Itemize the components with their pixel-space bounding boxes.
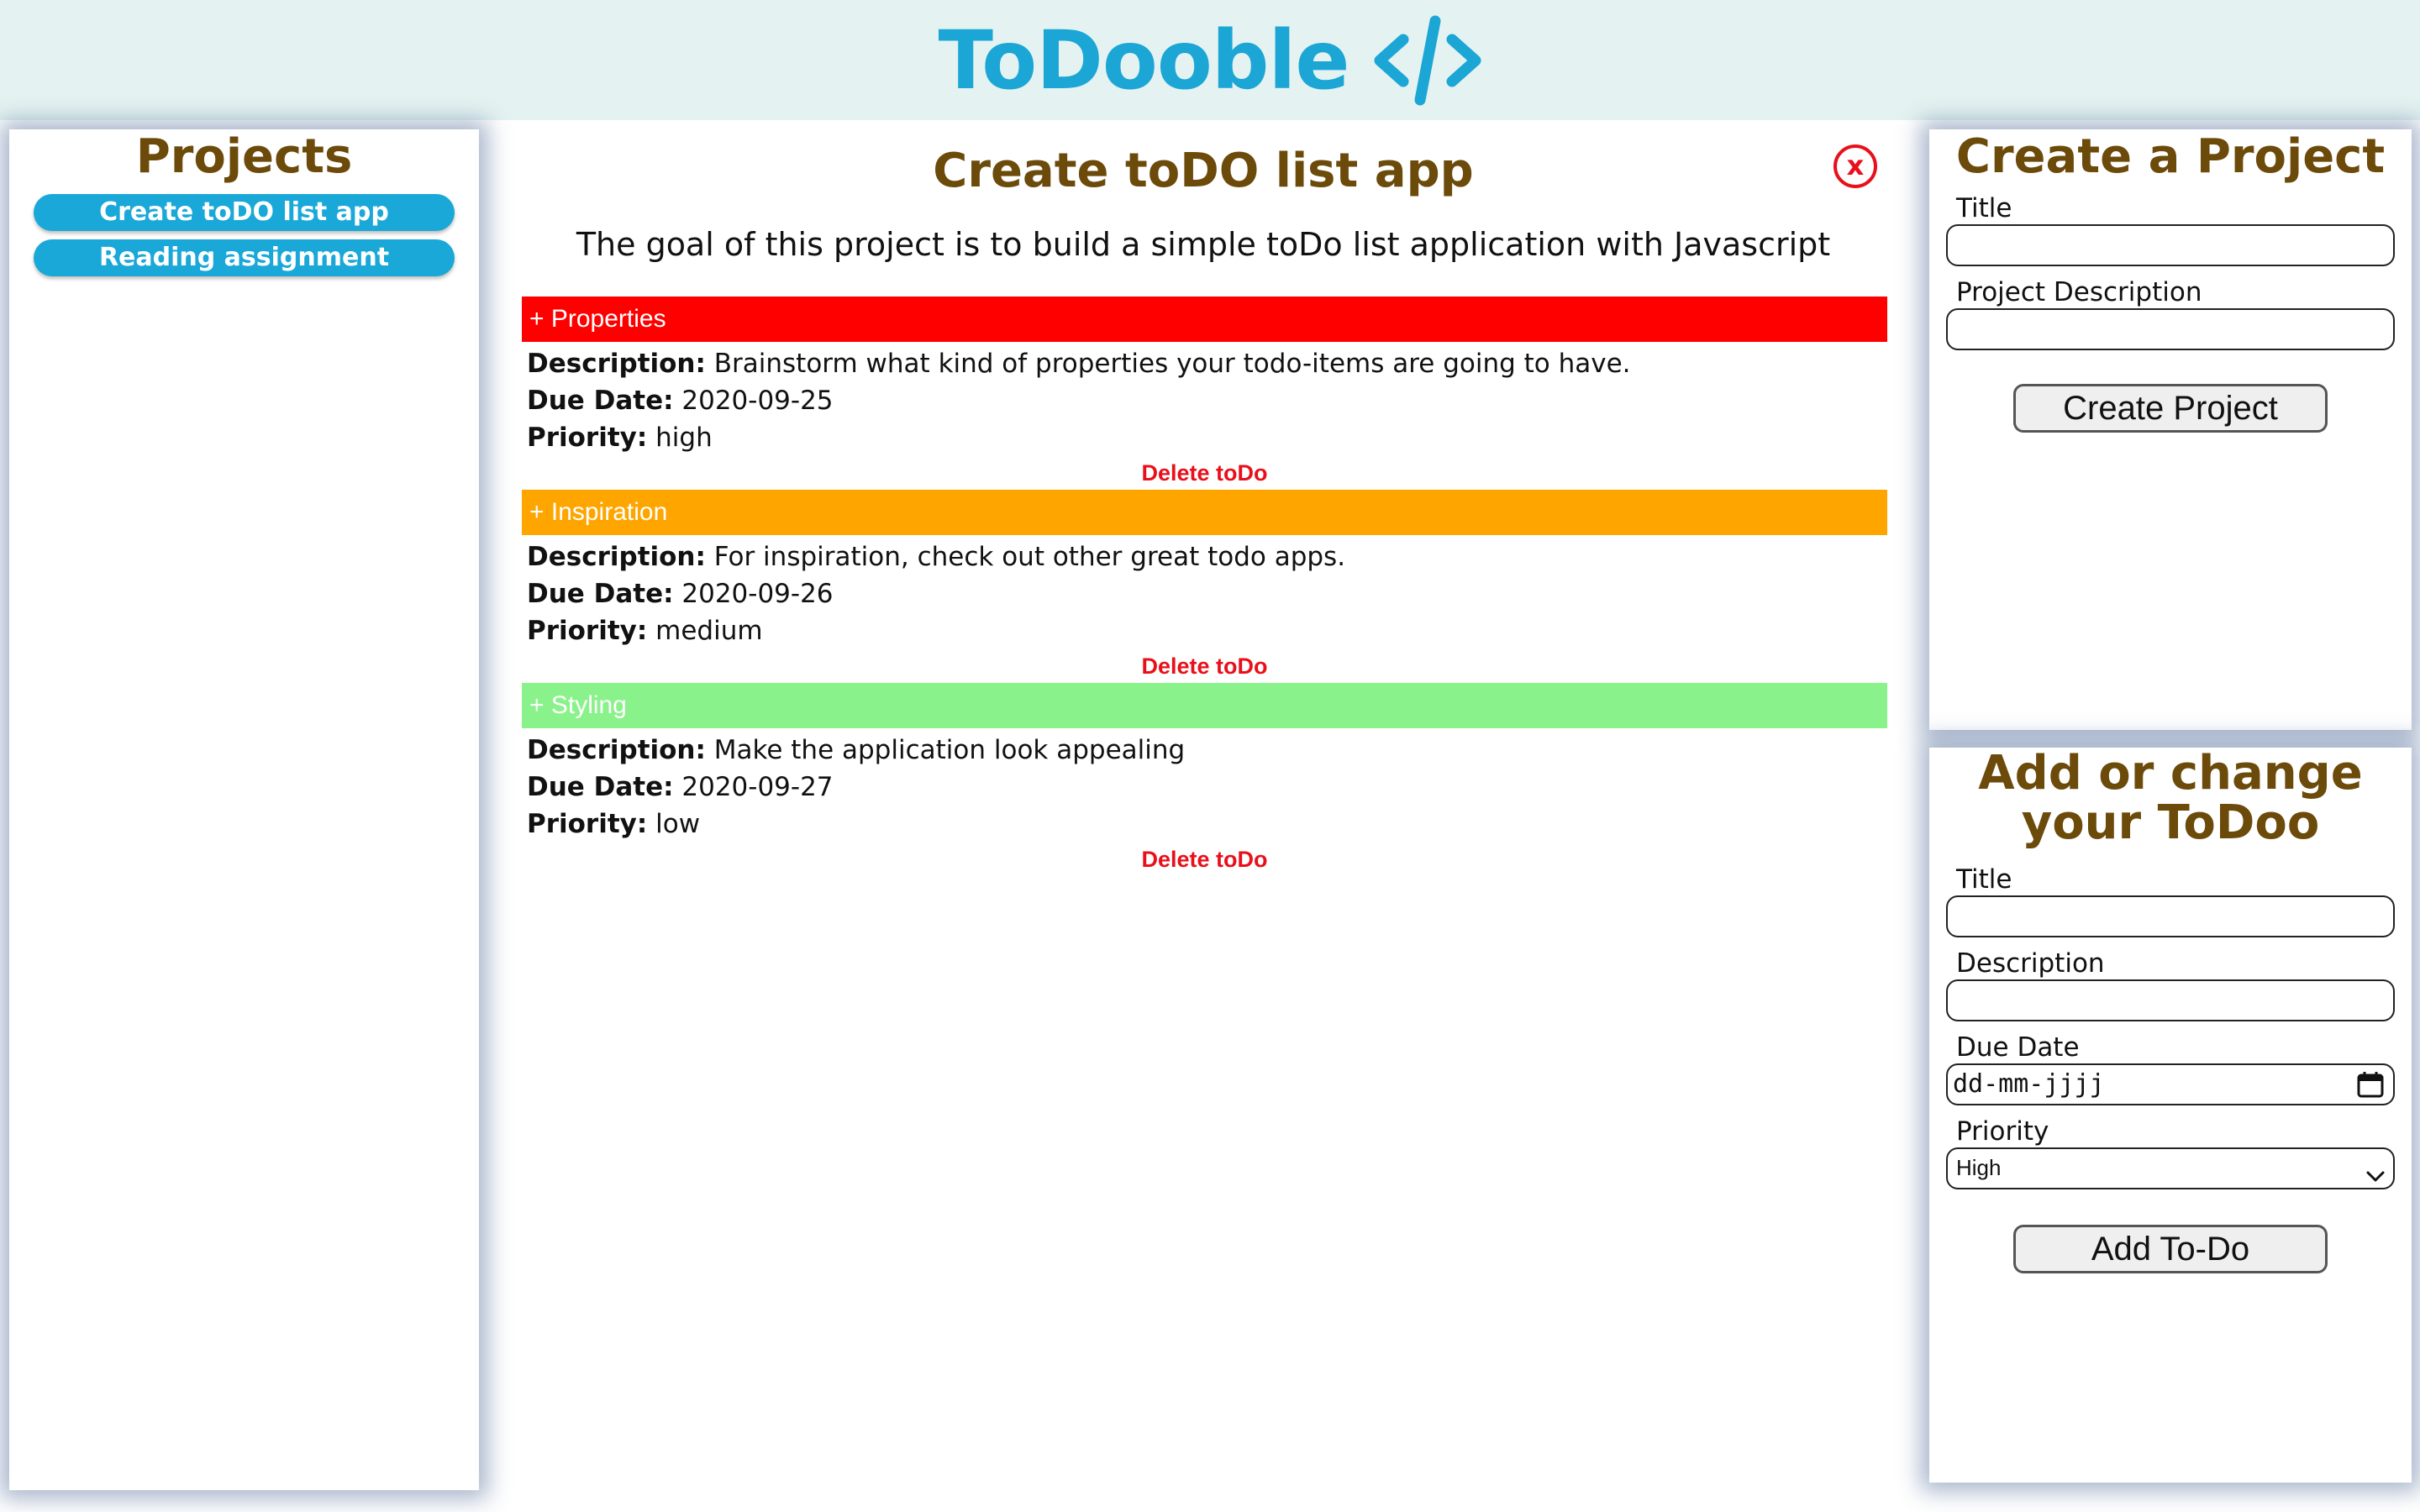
todo-due-row: Due Date: 2020-09-25 <box>527 382 1882 419</box>
priority-label: Priority: <box>527 809 648 839</box>
brand-name: ToDooble <box>938 13 1349 108</box>
todo-title-label: Title <box>1956 864 2012 895</box>
priority-selected-value: High <box>1956 1155 2002 1181</box>
todo-header[interactable]: + Styling <box>522 683 1887 728</box>
priority-label: Priority: <box>527 616 648 646</box>
close-project-button[interactable]: x <box>1833 144 1877 188</box>
todo-item: + Styling Description: Make the applicat… <box>522 683 1887 876</box>
brand-logo: ToDooble <box>938 14 1481 107</box>
due-date-label: Due Date: <box>527 579 674 609</box>
todo-form-title: Add or change your ToDoo <box>1978 746 2363 850</box>
todo-description-row: Description: Make the application look a… <box>527 732 1882 769</box>
header: ToDooble <box>0 0 2420 120</box>
projects-title: Projects <box>135 129 353 184</box>
project-item[interactable]: Create toDO list app <box>34 193 455 231</box>
project-item[interactable]: Reading assignment <box>34 239 455 276</box>
todo-priority-row: Priority: low <box>527 806 1882 843</box>
todo-item: + Inspiration Description: For inspirati… <box>522 490 1887 683</box>
todo-details: Description: For inspiration, check out … <box>522 535 1887 649</box>
todo-description-input[interactable] <box>1946 979 2395 1021</box>
project-description-input[interactable] <box>1946 307 2395 350</box>
create-project-panel: Create a Project Title Project Descripti… <box>1929 129 2412 730</box>
todo-details: Description: Make the application look a… <box>522 728 1887 843</box>
create-project-form: Title Project Description Create Project <box>1929 192 2412 433</box>
todo-priority-row: Priority: high <box>527 419 1882 456</box>
todo-description-row: Description: For inspiration, check out … <box>527 538 1882 575</box>
project-list: Create toDO list app Reading assignment <box>9 193 479 276</box>
todo-due-date: 2020-09-26 <box>681 579 834 609</box>
description-label: Description: <box>527 542 706 572</box>
priority-select[interactable]: High <box>1946 1147 2395 1189</box>
project-title-label: Title <box>1956 192 2012 223</box>
calendar-icon[interactable] <box>2356 1070 2385 1099</box>
todo-priority-row: Priority: medium <box>527 612 1882 649</box>
todo-list: + Properties Description: Brainstorm wha… <box>522 297 1887 876</box>
todo-due-row: Due Date: 2020-09-26 <box>527 575 1882 612</box>
todo-priority: low <box>655 809 701 839</box>
due-date-label: Due Date: <box>527 772 674 802</box>
project-title-input[interactable] <box>1946 223 2395 266</box>
chevron-down-icon <box>2366 1163 2385 1182</box>
projects-panel: Projects Create toDO list app Reading as… <box>9 129 479 1490</box>
project-detail-panel: Create toDO list app x The goal of this … <box>514 129 1892 1490</box>
create-project-title: Create a Project <box>1955 129 2386 184</box>
delete-todo-button[interactable]: Delete toDo <box>522 843 1887 876</box>
priority-label: Priority <box>1956 1116 2049 1147</box>
todo-form-panel: Add or change your ToDoo Title Descripti… <box>1929 748 2412 1483</box>
todo-header[interactable]: + Inspiration <box>522 490 1887 535</box>
description-label: Description: <box>527 735 706 765</box>
todo-description: Make the application look appealing <box>713 735 1186 765</box>
project-title: Create toDO list app <box>933 144 1474 198</box>
todo-header[interactable]: + Properties <box>522 297 1887 342</box>
project-description-label: Project Description <box>1956 276 2202 307</box>
todo-due-row: Due Date: 2020-09-27 <box>527 769 1882 806</box>
todo-description-row: Description: Brainstorm what kind of pro… <box>527 345 1882 382</box>
due-date-input[interactable]: dd-mm-jjjj <box>1946 1063 2395 1105</box>
todo-description: Brainstorm what kind of properties your … <box>713 349 1631 379</box>
todo-priority: medium <box>655 616 763 646</box>
due-date-placeholder: dd-mm-jjjj <box>1953 1068 2105 1099</box>
todo-description: For inspiration, check out other great t… <box>713 542 1346 572</box>
due-date-label: Due Date <box>1956 1032 2080 1063</box>
project-description: The goal of this project is to build a s… <box>576 226 1831 263</box>
description-label: Description: <box>527 349 706 379</box>
create-project-button[interactable]: Create Project <box>2013 383 2328 433</box>
todo-due-date: 2020-09-27 <box>681 772 834 802</box>
add-todo-button[interactable]: Add To-Do <box>2013 1224 2328 1273</box>
delete-todo-button[interactable]: Delete toDo <box>522 456 1887 490</box>
app-root: ToDooble Projects Create toDO list app R… <box>0 0 2420 1512</box>
delete-todo-button[interactable]: Delete toDo <box>522 649 1887 683</box>
code-brackets-icon <box>1373 14 1482 107</box>
todo-details: Description: Brainstorm what kind of pro… <box>522 342 1887 456</box>
todo-item: + Properties Description: Brainstorm wha… <box>522 297 1887 490</box>
todo-priority: high <box>655 423 713 453</box>
priority-label: Priority: <box>527 423 648 453</box>
todo-form: Title Description Due Date dd-mm-jjjj Pr… <box>1929 864 2412 1273</box>
todo-due-date: 2020-09-25 <box>681 386 834 416</box>
todo-description-label: Description <box>1956 948 2105 979</box>
due-date-label: Due Date: <box>527 386 674 416</box>
todo-title-input[interactable] <box>1946 895 2395 937</box>
